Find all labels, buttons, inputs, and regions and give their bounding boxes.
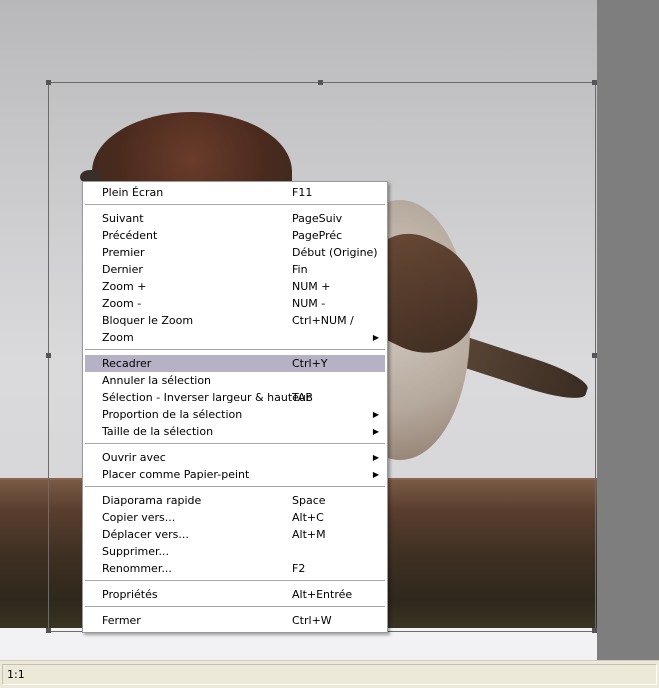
menu-item-label: Recadrer [102, 357, 152, 370]
context-menu: Plein Écran F11 Suivant PageSuiv Précéde… [82, 181, 388, 633]
menu-item-zoom-plus[interactable]: Zoom + NUM + [85, 278, 385, 295]
menu-item-deplacer-vers[interactable]: Déplacer vers... Alt+M [85, 526, 385, 543]
menu-item-recadrer[interactable]: Recadrer Ctrl+Y [85, 355, 385, 372]
menu-item-renommer[interactable]: Renommer... F2 [85, 560, 385, 577]
menu-item-label: Dernier [102, 263, 143, 276]
menu-separator [85, 606, 385, 607]
menu-item-shortcut: F11 [292, 186, 313, 199]
menu-item-plein-ecran[interactable]: Plein Écran F11 [85, 184, 385, 201]
menu-item-inverser-selection[interactable]: Sélection - Inverser largeur & hauteur T… [85, 389, 385, 406]
submenu-arrow-icon: ▶ [372, 453, 379, 462]
status-bar: 1:1 [0, 660, 659, 688]
menu-item-shortcut: NUM + [292, 280, 331, 293]
menu-item-papier-peint[interactable]: Placer comme Papier-peint ▶ [85, 466, 385, 483]
menu-item-label: Supprimer... [102, 545, 169, 558]
status-field-zoom: 1:1 [2, 664, 657, 685]
menu-item-shortcut: Ctrl+Y [292, 357, 328, 370]
menu-item-ouvrir-avec[interactable]: Ouvrir avec ▶ [85, 449, 385, 466]
submenu-arrow-icon: ▶ [372, 410, 379, 419]
menu-item-shortcut: F2 [292, 562, 306, 575]
viewer-background-right [597, 0, 659, 660]
menu-item-suivant[interactable]: Suivant PageSuiv [85, 210, 385, 227]
menu-item-label: Propriétés [102, 588, 158, 601]
menu-item-label: Plein Écran [102, 186, 164, 199]
menu-item-label: Proportion de la sélection [102, 408, 243, 421]
menu-item-label: Déplacer vers... [102, 528, 189, 541]
menu-item-premier[interactable]: Premier Début (Origine) [85, 244, 385, 261]
zoom-ratio: 1:1 [7, 668, 25, 681]
menu-item-shortcut: TAB [292, 391, 313, 404]
menu-item-shortcut: PagePréc [292, 229, 343, 242]
menu-item-label: Fermer [102, 614, 141, 627]
menu-item-shortcut: Space [292, 494, 326, 507]
menu-item-zoom-minus[interactable]: Zoom - NUM - [85, 295, 385, 312]
menu-item-annuler-selection[interactable]: Annuler la sélection [85, 372, 385, 389]
menu-item-shortcut: Début (Origine) [292, 246, 378, 259]
menu-item-copier-vers[interactable]: Copier vers... Alt+C [85, 509, 385, 526]
menu-separator [85, 486, 385, 487]
menu-item-diaporama[interactable]: Diaporama rapide Space [85, 492, 385, 509]
submenu-arrow-icon: ▶ [372, 470, 379, 479]
menu-item-label: Placer comme Papier-peint [102, 468, 250, 481]
menu-item-label: Zoom + [102, 280, 147, 293]
menu-item-shortcut: Fin [292, 263, 308, 276]
menu-item-supprimer[interactable]: Supprimer... [85, 543, 385, 560]
resize-handle-icon[interactable] [318, 80, 323, 85]
menu-item-shortcut: Alt+Entrée [292, 588, 353, 601]
menu-item-precedent[interactable]: Précédent PagePréc [85, 227, 385, 244]
submenu-arrow-icon: ▶ [372, 427, 379, 436]
menu-item-bloquer-zoom[interactable]: Bloquer le Zoom Ctrl+NUM / [85, 312, 385, 329]
menu-item-label: Diaporama rapide [102, 494, 202, 507]
menu-item-shortcut: Ctrl+W [292, 614, 332, 627]
menu-item-zoom-submenu[interactable]: Zoom ▶ [85, 329, 385, 346]
menu-item-label: Bloquer le Zoom [102, 314, 194, 327]
menu-item-label: Sélection - Inverser largeur & hauteur [102, 391, 311, 404]
menu-item-shortcut: PageSuiv [292, 212, 343, 225]
menu-separator [85, 443, 385, 444]
menu-separator [85, 580, 385, 581]
menu-item-shortcut: Alt+C [292, 511, 324, 524]
menu-item-dernier[interactable]: Dernier Fin [85, 261, 385, 278]
resize-handle-icon[interactable] [46, 628, 51, 633]
resize-handle-icon[interactable] [46, 80, 51, 85]
menu-item-label: Renommer... [102, 562, 172, 575]
menu-item-taille-selection[interactable]: Taille de la sélection ▶ [85, 423, 385, 440]
menu-item-fermer[interactable]: Fermer Ctrl+W [85, 612, 385, 629]
menu-item-label: Suivant [102, 212, 144, 225]
menu-item-label: Zoom [102, 331, 134, 344]
menu-item-label: Copier vers... [102, 511, 176, 524]
menu-separator [85, 204, 385, 205]
menu-item-label: Zoom - [102, 297, 142, 310]
menu-item-shortcut: Alt+M [292, 528, 326, 541]
menu-item-label: Premier [102, 246, 145, 259]
menu-item-label: Taille de la sélection [102, 425, 214, 438]
submenu-arrow-icon: ▶ [372, 333, 379, 342]
menu-item-shortcut: Ctrl+NUM / [292, 314, 354, 327]
menu-item-proprietes[interactable]: Propriétés Alt+Entrée [85, 586, 385, 603]
menu-item-label: Ouvrir avec [102, 451, 166, 464]
menu-item-label: Précédent [102, 229, 158, 242]
menu-separator [85, 349, 385, 350]
resize-handle-icon[interactable] [46, 353, 51, 358]
menu-item-shortcut: NUM - [292, 297, 326, 310]
menu-item-proportion-selection[interactable]: Proportion de la sélection ▶ [85, 406, 385, 423]
menu-item-label: Annuler la sélection [102, 374, 212, 387]
